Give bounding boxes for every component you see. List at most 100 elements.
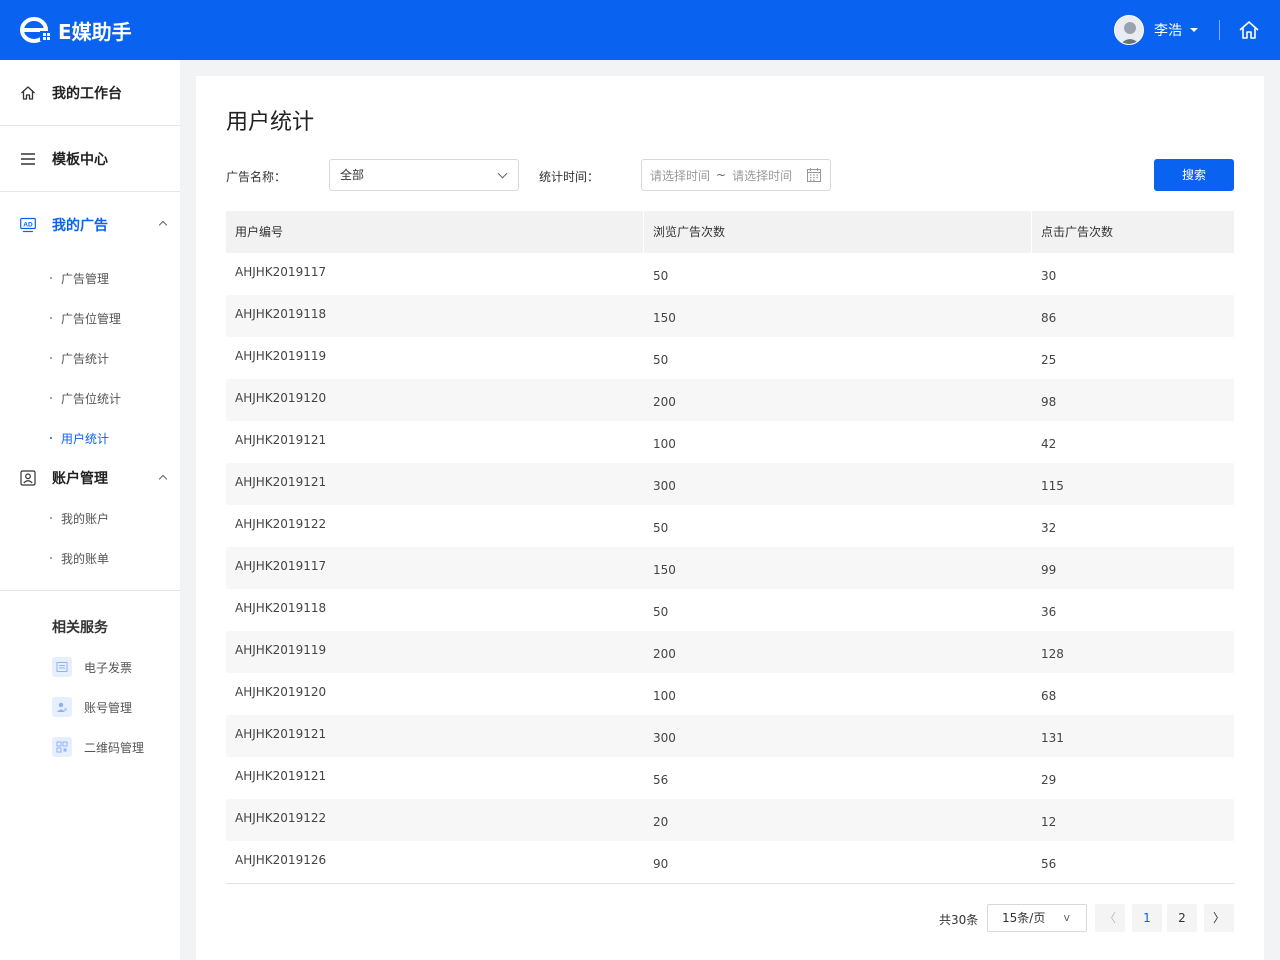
table-row: AHJHK2019119 200 128 bbox=[226, 631, 1234, 673]
table-row: AHJHK2019121 56 29 bbox=[226, 757, 1234, 799]
cell-clicks: 131 bbox=[1041, 731, 1064, 745]
cell-clicks: 30 bbox=[1041, 269, 1057, 283]
sidebar-item-my-account[interactable]: 我的账户 bbox=[0, 498, 180, 538]
page-button-2[interactable]: 2 bbox=[1167, 904, 1197, 932]
ad-icon: AD bbox=[20, 217, 36, 233]
cell-views: 90 bbox=[653, 857, 669, 871]
service-item-label: 二维码管理 bbox=[84, 740, 145, 755]
cell-views: 50 bbox=[653, 353, 669, 367]
sidebar-item-ad-manage[interactable]: 广告管理 bbox=[0, 258, 180, 298]
user-account-icon bbox=[52, 697, 72, 717]
sidebar-item-ad-slot-stats[interactable]: 广告位统计 bbox=[0, 378, 180, 418]
calendar-icon[interactable] bbox=[806, 167, 822, 183]
sidebar-item-ad-slot-manage[interactable]: 广告位管理 bbox=[0, 298, 180, 338]
bullet-dot bbox=[50, 557, 52, 559]
cell-user-id: AHJHK2019121 bbox=[235, 475, 327, 489]
account-icon bbox=[20, 470, 36, 486]
sidebar-group-my-ads[interactable]: AD 我的广告 bbox=[0, 192, 180, 258]
sidebar-item-ad-stats[interactable]: 广告统计 bbox=[0, 338, 180, 378]
sidebar-item-workbench[interactable]: 我的工作台 bbox=[0, 60, 180, 126]
ad-name-select[interactable]: 全部 bbox=[329, 159, 519, 191]
page-size-select[interactable]: 15条/页 v bbox=[987, 904, 1087, 932]
end-date-input[interactable]: 请选择时间 bbox=[732, 167, 792, 184]
cell-clicks: 42 bbox=[1041, 437, 1057, 451]
service-item-label: 账号管理 bbox=[84, 700, 133, 715]
column-header-clicks: 点击广告次数 bbox=[1041, 225, 1114, 239]
home-icon[interactable] bbox=[1238, 19, 1260, 41]
cell-clicks: 29 bbox=[1041, 773, 1057, 787]
cell-user-id: AHJHK2019118 bbox=[235, 307, 327, 321]
caret-down-icon[interactable] bbox=[1190, 28, 1198, 32]
cell-clicks: 25 bbox=[1041, 353, 1057, 367]
table-header: 用户编号 浏览广告次数 点击广告次数 bbox=[226, 211, 1234, 253]
table-row: AHJHK2019117 150 99 bbox=[226, 547, 1234, 589]
service-item-account-manage[interactable]: 账号管理 bbox=[0, 687, 180, 727]
page-button-1[interactable]: 1 bbox=[1132, 904, 1162, 932]
avatar[interactable] bbox=[1114, 15, 1144, 45]
sidebar-item-templates[interactable]: 模板中心 bbox=[0, 126, 180, 192]
cell-user-id: AHJHK2019120 bbox=[235, 685, 327, 699]
ad-name-value: 全部 bbox=[340, 168, 365, 182]
user-menu[interactable]: 李浩 bbox=[1114, 15, 1198, 45]
logo-e-icon bbox=[20, 17, 50, 43]
stat-time-label: 统计时间： bbox=[539, 170, 600, 184]
bullet-dot bbox=[50, 317, 52, 319]
cell-clicks: 36 bbox=[1041, 605, 1057, 619]
cell-clicks: 86 bbox=[1041, 311, 1057, 325]
avatar-icon bbox=[1115, 16, 1143, 44]
top-header: E媒助手 李浩 bbox=[0, 0, 1280, 60]
date-range-picker[interactable]: 请选择时间 ~ 请选择时间 bbox=[641, 159, 831, 191]
table-row: AHJHK2019118 150 86 bbox=[226, 295, 1234, 337]
cell-user-id: AHJHK2019121 bbox=[235, 727, 327, 741]
cell-user-id: AHJHK2019121 bbox=[235, 433, 327, 447]
sidebar-item-user-stats[interactable]: 用户统计 bbox=[0, 418, 180, 458]
cell-views: 50 bbox=[653, 269, 669, 283]
bullet-dot bbox=[50, 437, 52, 439]
cell-user-id: AHJHK2019117 bbox=[235, 559, 327, 573]
table-row: AHJHK2019121 100 42 bbox=[226, 421, 1234, 463]
main-panel: 用户统计 广告名称： 全部 统计时间： 请选择时间 ~ 请选择时间 搜索 用户编… bbox=[196, 76, 1264, 960]
qrcode-icon bbox=[52, 737, 72, 757]
cell-views: 200 bbox=[653, 395, 676, 409]
service-item-invoice[interactable]: 电子发票 bbox=[0, 647, 180, 687]
cell-clicks: 68 bbox=[1041, 689, 1057, 703]
next-page-button[interactable]: 〉 bbox=[1204, 904, 1234, 932]
cell-user-id: AHJHK2019122 bbox=[235, 517, 327, 531]
table-row: AHJHK2019121 300 115 bbox=[226, 463, 1234, 505]
chevron-up-icon[interactable] bbox=[158, 220, 168, 230]
user-name: 李浩 bbox=[1154, 23, 1182, 39]
cell-views: 150 bbox=[653, 563, 676, 577]
bullet-dot bbox=[50, 397, 52, 399]
cell-views: 20 bbox=[653, 815, 669, 829]
cell-views: 300 bbox=[653, 479, 676, 493]
start-date-input[interactable]: 请选择时间 bbox=[650, 167, 710, 184]
cell-views: 50 bbox=[653, 521, 669, 535]
sidebar-item-label: 广告统计 bbox=[61, 351, 110, 366]
cell-views: 300 bbox=[653, 731, 676, 745]
cell-views: 200 bbox=[653, 647, 676, 661]
service-item-qrcode[interactable]: 二维码管理 bbox=[0, 727, 180, 767]
table-row: AHJHK2019118 50 36 bbox=[226, 589, 1234, 631]
prev-page-button[interactable]: 〈 bbox=[1095, 904, 1125, 932]
cell-user-id: AHJHK2019121 bbox=[235, 769, 327, 783]
sidebar-item-my-bills[interactable]: 我的账单 bbox=[0, 538, 180, 578]
table-row: AHJHK2019120 200 98 bbox=[226, 379, 1234, 421]
search-button[interactable]: 搜索 bbox=[1154, 159, 1234, 191]
sidebar-item-label: 广告位统计 bbox=[61, 391, 122, 406]
chevron-up-icon[interactable] bbox=[158, 474, 168, 484]
cell-views: 150 bbox=[653, 311, 676, 325]
ad-name-label: 广告名称： bbox=[226, 170, 287, 184]
app-logo[interactable]: E媒助手 bbox=[20, 14, 132, 46]
sidebar: 我的工作台 模板中心 AD 我的广告 广告管理 广告位管理 广告统计 广告位统计… bbox=[0, 60, 180, 960]
cell-views: 100 bbox=[653, 689, 676, 703]
sidebar-group-account[interactable]: 账户管理 bbox=[0, 458, 180, 498]
cell-views: 50 bbox=[653, 605, 669, 619]
chevron-down-icon bbox=[497, 168, 508, 179]
table-bottom-border bbox=[226, 883, 1234, 884]
chevron-down-icon: v bbox=[1063, 911, 1070, 924]
bullet-dot bbox=[50, 277, 52, 279]
column-header-user-id: 用户编号 bbox=[226, 211, 644, 253]
cell-user-id: AHJHK2019126 bbox=[235, 853, 327, 867]
table-row: AHJHK2019122 50 32 bbox=[226, 505, 1234, 547]
total-count: 共30条 bbox=[939, 913, 979, 927]
